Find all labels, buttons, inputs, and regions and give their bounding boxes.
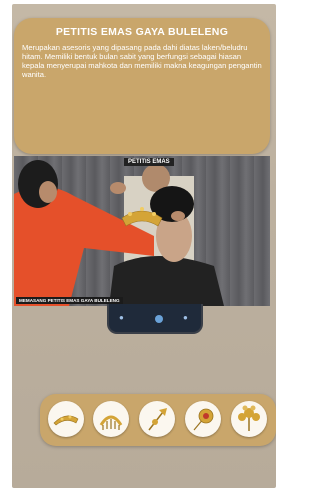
tutorial-video[interactable]: PETITIS EMAS MEMASANG PETITIS EMAS GAYA … [14,156,270,306]
hair-flower-ornament-icon [238,405,260,431]
ornament-button-petitis[interactable] [48,401,84,437]
video-label: PETITIS EMAS [124,158,174,166]
crown-gem [128,212,132,216]
video-scene [14,160,224,306]
video-caption: MEMASANG PETITIS EMAS GAYA BULELENG [16,297,123,304]
info-title: PETITIS EMAS GAYA BULELENG [55,26,229,38]
info-panel: PETITIS EMAS GAYA BULELENG Merupakan ase… [14,18,270,154]
ornament-tray [40,394,276,446]
info-description: Merupakan asesoris yang dipasang pada da… [22,43,262,79]
stylist-face [39,181,57,203]
crown-ornament-icon [99,415,123,430]
hairpin-ornament-icon [148,408,167,431]
phone-controls: ● ● [107,304,203,334]
crown-gem [152,212,156,216]
flower-pin-ornament-icon [193,408,214,431]
petitis-ornament-icon [53,415,79,426]
lock-icon[interactable]: ● [119,313,127,323]
crown-gem [140,207,144,211]
ornament-button-flower-pin[interactable] [185,401,221,437]
camera-icon[interactable]: ● [183,313,191,323]
ornament-button-hairpin[interactable] [139,401,175,437]
home-dot[interactable] [155,315,163,323]
bride-shoulders [109,256,224,306]
hand [110,182,126,194]
hand [171,211,185,221]
ornament-button-crown[interactable] [93,401,129,437]
ornament-button-hair-flower[interactable] [231,401,267,437]
ar-view: PETITIS EMAS GAYA BULELENG Merupakan ase… [12,4,276,488]
